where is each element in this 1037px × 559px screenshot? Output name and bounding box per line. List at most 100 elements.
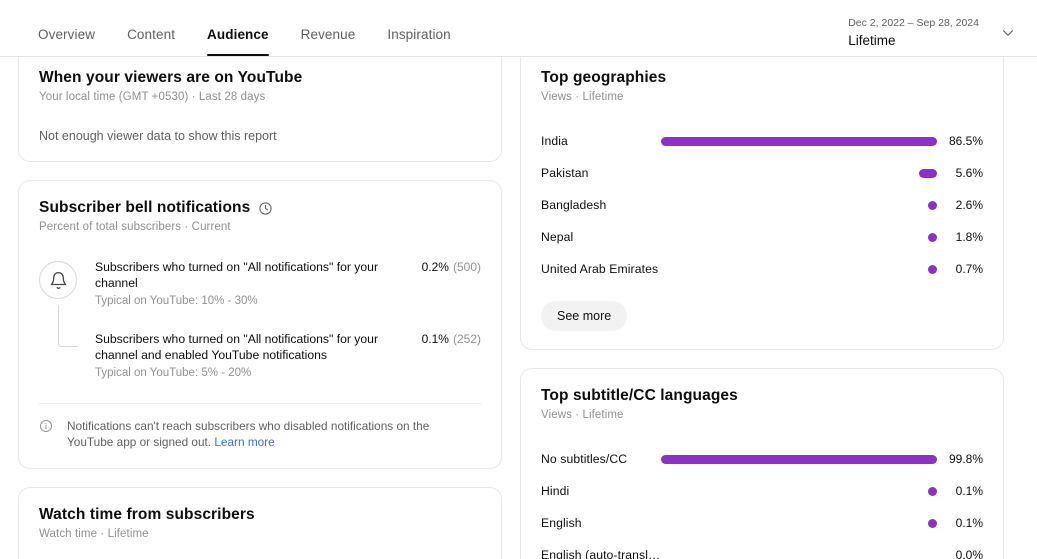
- bar-row: Pakistan 5.6%: [541, 157, 983, 189]
- bell-row-typical: Typical on YouTube: 5% - 20%: [95, 366, 410, 381]
- date-range-label: Lifetime: [848, 31, 979, 50]
- bar-row-label: Bangladesh: [541, 198, 661, 212]
- divider: [39, 403, 481, 404]
- clock-icon: [258, 201, 273, 216]
- note-text: Notifications can't reach subscribers wh…: [67, 418, 469, 450]
- card-subscriber-bell-notifications: Subscriber bell notifications Percent of…: [18, 180, 502, 469]
- bell-row-percent: 0.2%: [422, 260, 449, 274]
- bar-row-value: 86.5%: [937, 134, 983, 148]
- tab-label: Audience: [207, 27, 269, 42]
- card-title: Top subtitle/CC languages: [541, 387, 983, 405]
- bell-row-texts: Subscribers who turned on "All notificat…: [95, 331, 422, 381]
- bar-row-value: 0.0%: [937, 548, 983, 559]
- bar-row-label: No subtitles/CC: [541, 452, 661, 466]
- card-title-text: Top geographies: [541, 69, 666, 87]
- bar-track: [661, 137, 937, 146]
- bell-row-count: (252): [453, 332, 481, 346]
- bell-row-typical: Typical on YouTube: 10% - 30%: [95, 294, 410, 309]
- bar-row: India 86.5%: [541, 125, 983, 157]
- bar-row: Hindi 0.1%: [541, 475, 983, 507]
- learn-more-link[interactable]: Learn more: [214, 435, 274, 449]
- bar-row-label: English (auto-translated): [541, 548, 661, 559]
- bar-row-value: 2.6%: [937, 198, 983, 212]
- bar-row-label: English: [541, 516, 661, 530]
- bar-fill: [661, 137, 937, 146]
- bar-track: [661, 487, 937, 496]
- bell-notification-rows: Subscribers who turned on "All notificat…: [39, 259, 481, 381]
- bar-row-label: United Arab Emirates: [541, 262, 661, 276]
- card-top-geographies: Top geographies Views · Lifetime India 86…: [520, 57, 1004, 350]
- bell-row-texts: Subscribers who turned on "All notificat…: [95, 259, 422, 309]
- card-title-text: Watch time from subscribers: [39, 506, 255, 524]
- bar-row-label: India: [541, 134, 661, 148]
- bar-track: [661, 201, 937, 210]
- bar-fill: [928, 201, 937, 210]
- bar-row-label: Nepal: [541, 230, 661, 244]
- right-column: Top geographies Views · Lifetime India 86…: [520, 57, 1004, 559]
- subtitles-bar-list: No subtitles/CC 99.8% Hindi 0.1% English 0.1%…: [541, 443, 983, 559]
- bar-row: Nepal 1.8%: [541, 221, 983, 253]
- bell-row-count: (500): [453, 260, 481, 274]
- bell-rows: Subscribers who turned on "All notificat…: [95, 259, 481, 381]
- bar-fill: [919, 169, 937, 178]
- bar-row-label: Pakistan: [541, 166, 661, 180]
- bar-fill: [928, 519, 937, 528]
- empty-state-message: Not enough viewer data to show this repo…: [39, 129, 481, 143]
- bar-track: [661, 265, 937, 274]
- analytics-content: When your viewers are on YouTube Your lo…: [0, 57, 1037, 559]
- tab-label: Overview: [38, 27, 95, 42]
- analytics-tabs: Overview Content Audience Revenue Inspir…: [0, 0, 467, 56]
- bar-row-value: 0.1%: [937, 516, 983, 530]
- bar-track: [661, 233, 937, 242]
- card-title: Watch time from subscribers: [39, 506, 481, 524]
- tab-revenue[interactable]: Revenue: [285, 27, 372, 56]
- bar-fill: [928, 487, 937, 496]
- tab-label: Revenue: [301, 27, 356, 42]
- bar-row-label: Hindi: [541, 484, 661, 498]
- bell-row-label: Subscribers who turned on "All notificat…: [95, 259, 410, 291]
- card-title-text: Subscriber bell notifications: [39, 199, 250, 217]
- card-when-viewers-on-youtube: When your viewers are on YouTube Your lo…: [18, 57, 502, 162]
- bar-track: [661, 169, 937, 178]
- card-subtitle: Views · Lifetime: [541, 91, 983, 103]
- bar-row-value: 0.7%: [937, 262, 983, 276]
- bell-rail: [39, 259, 95, 381]
- bell-row-label: Subscribers who turned on "All notificat…: [95, 331, 410, 363]
- tab-content[interactable]: Content: [111, 27, 191, 56]
- geographies-bar-list: India 86.5% Pakistan 5.6% Bangladesh 2.6% Nepa…: [541, 125, 983, 285]
- bell-row-value: 0.2% (500): [422, 259, 481, 274]
- card-title-text: Top subtitle/CC languages: [541, 387, 738, 405]
- card-title: Subscriber bell notifications: [39, 199, 481, 217]
- date-range-value: Dec 2, 2022 – Sep 28, 2024: [848, 16, 979, 31]
- left-column: When your viewers are on YouTube Your lo…: [18, 57, 502, 559]
- card-subtitle: Views · Lifetime: [541, 409, 983, 421]
- analytics-header: Overview Content Audience Revenue Inspir…: [0, 0, 1037, 57]
- tab-inspiration[interactable]: Inspiration: [371, 27, 466, 56]
- see-more-button[interactable]: See more: [541, 301, 627, 331]
- bar-row-value: 0.1%: [937, 484, 983, 498]
- tab-overview[interactable]: Overview: [22, 27, 111, 56]
- chevron-down-icon[interactable]: [997, 22, 1019, 44]
- date-range-selector[interactable]: Dec 2, 2022 – Sep 28, 2024 Lifetime: [848, 16, 1019, 50]
- tab-label: Content: [127, 27, 175, 42]
- bell-row: Subscribers who turned on "All notificat…: [95, 331, 481, 381]
- tab-audience[interactable]: Audience: [191, 27, 285, 56]
- bar-fill: [661, 455, 937, 464]
- bar-row-value: 99.8%: [937, 452, 983, 466]
- bell-icon: [39, 261, 77, 299]
- bar-fill: [928, 265, 937, 274]
- bell-row-value: 0.1%(252): [422, 331, 481, 346]
- info-icon: [39, 418, 55, 450]
- bar-row-value: 5.6%: [937, 166, 983, 180]
- bar-track: [661, 455, 937, 464]
- bar-row: United Arab Emirates 0.7%: [541, 253, 983, 285]
- card-title: When your viewers are on YouTube: [39, 69, 481, 87]
- bar-row-value: 1.8%: [937, 230, 983, 244]
- tab-label: Inspiration: [387, 27, 450, 42]
- bar-row: English 0.1%: [541, 507, 983, 539]
- bell-connector-line: [58, 305, 78, 347]
- card-watch-time-from-subscribers: Watch time from subscribers Watch time ·…: [18, 487, 502, 559]
- bell-row: Subscribers who turned on "All notificat…: [95, 259, 481, 309]
- bar-row: English (auto-translated) 0.0%: [541, 539, 983, 559]
- card-top-subtitle-cc-languages: Top subtitle/CC languages Views · Lifeti…: [520, 368, 1004, 559]
